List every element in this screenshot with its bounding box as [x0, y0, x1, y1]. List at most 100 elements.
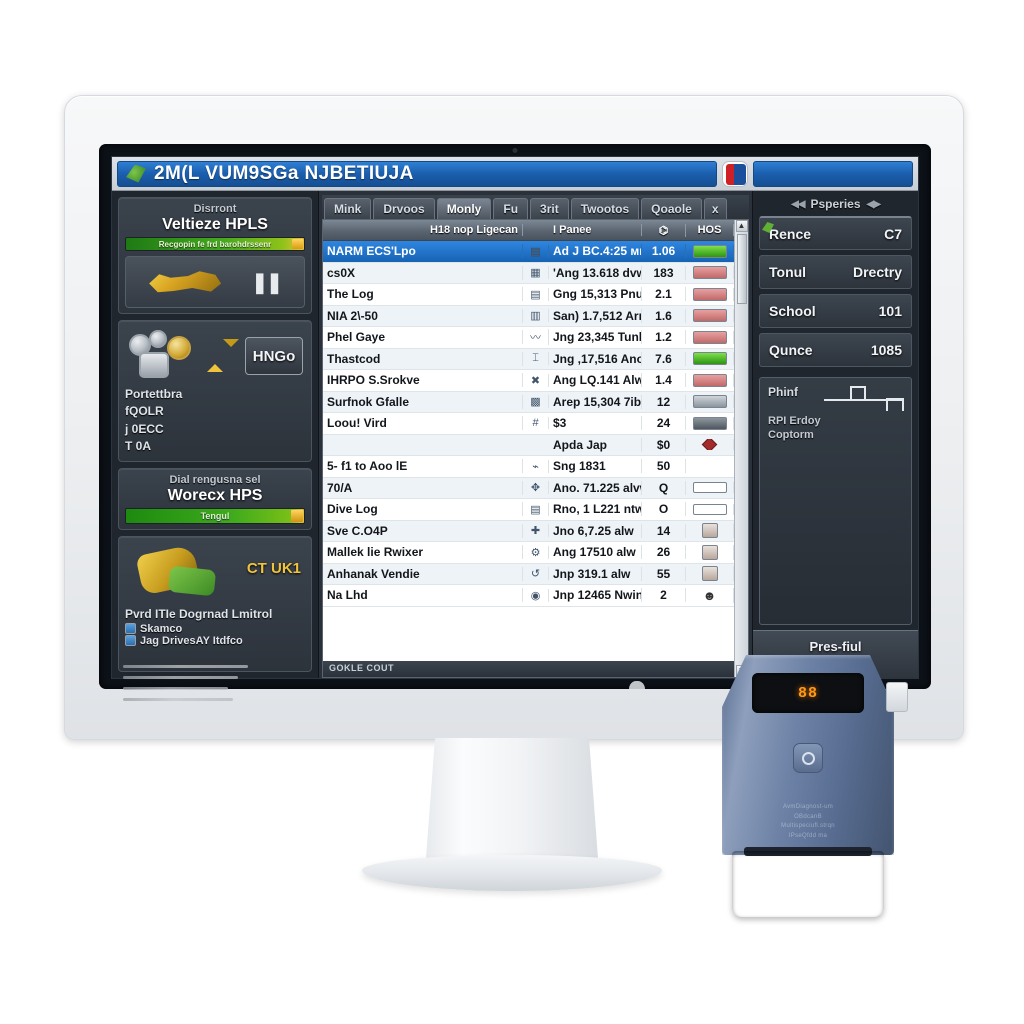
vehicle-check-1[interactable]: Jag DrivesAY Itdfco [125, 635, 305, 647]
tab-0[interactable]: Mink [324, 198, 372, 219]
status-badge [686, 523, 734, 539]
col-header-name[interactable]: H18 nop Ligecan [323, 224, 523, 236]
status-book-icon [692, 503, 727, 515]
table-row[interactable]: 5- f1 to Aoo lE ⌁ Sng 1831 50 [323, 456, 734, 478]
app-badge-icon[interactable] [722, 160, 748, 187]
table-row[interactable]: The Log ▤ Gng 15,313 Pnun 2.1 [323, 284, 734, 306]
status-chip-red [692, 373, 727, 387]
key-icon: ⌁ [523, 459, 549, 473]
tool-preview-box[interactable]: ❚❚ [125, 256, 305, 308]
table-row[interactable]: 70/A ✥ Ano. 71.225 alvw Q [323, 477, 734, 499]
table-row[interactable]: Na Lhd ◉ Jnp 12465 Nwin 2 ☻ [323, 585, 734, 607]
checkbox-icon[interactable] [125, 623, 136, 635]
tab-close-icon[interactable]: x [703, 198, 727, 219]
alert-wrap [207, 339, 239, 372]
checkbox-icon[interactable] [125, 635, 136, 647]
grid-footer: GOKLE COUT [323, 661, 734, 677]
row-name: IHRPO S.Srokve [323, 373, 523, 388]
gauge-icon: ⌶ [523, 352, 549, 366]
tools-line-3: T 0A [125, 439, 152, 454]
diagnostic-panel: Disrront Veltieze HPLS Recgopin fe frd b… [118, 197, 312, 314]
table-row[interactable]: Dive Log ▤ Rno, 1 L221 ntwh O [323, 499, 734, 521]
status-book-icon [692, 482, 727, 494]
row-number: 1.2 [642, 330, 686, 345]
tab-5[interactable]: Twootos [570, 198, 640, 219]
tab-strip: Mink Drvoos Monly Fu 3rit Twootos Qoaole x [322, 195, 749, 219]
status-badge [686, 266, 734, 280]
table-row[interactable]: Phel Gaye 〰 Jng 23,345 Tunhi 1.2 [323, 327, 734, 349]
right-panel-item-value: 101 [878, 303, 902, 319]
pause-icon[interactable]: ❚❚ [251, 270, 282, 295]
table-row[interactable]: Sve C.O4P ✚ Jno 6,7.25 alw 14 [323, 520, 734, 542]
vehicle-check-label-0: Skamco [140, 622, 183, 635]
col-header-value[interactable]: I Panee [549, 224, 642, 236]
table-row[interactable]: Anhanak Vendie ↺ Jnp 319.1 alw 55 [323, 563, 734, 585]
right-panel-item-0[interactable]: Rence C7 [759, 216, 912, 250]
right-panel-item-3[interactable]: Qunce 1085 [759, 333, 912, 367]
row-name: Anhanak Vendie [323, 566, 523, 581]
status-face-icon: ☻ [702, 587, 717, 603]
right-panel-header: ◀◀ Psperies ◀▶ [759, 197, 912, 211]
row-number: 50 [642, 459, 686, 474]
wave-icon[interactable] [276, 677, 320, 678]
status-badge [686, 566, 734, 582]
status-chip-green [692, 352, 727, 366]
tab-1[interactable]: Drvoos [373, 198, 435, 219]
scrollbar-thumb[interactable] [736, 234, 747, 304]
status-badge [686, 373, 734, 387]
num-icon: # [523, 417, 549, 430]
row-name: NIA 2\-50 [323, 308, 523, 323]
vehicle-check-0[interactable]: Skamco [125, 623, 305, 635]
status-badge [686, 244, 734, 258]
tab-3[interactable]: Fu [493, 198, 529, 219]
eye-icon: ◉ [523, 588, 549, 602]
grid-vertical-scrollbar[interactable]: ▲ ▼ [734, 220, 748, 677]
status-badge [686, 395, 734, 409]
table-row[interactable]: Thastcod ⌶ Jng ,17,516 Anol. 7.6 [323, 348, 734, 370]
tab-4[interactable]: 3rit [530, 198, 569, 219]
table-row[interactable]: Loou! Vird # $3 24 [323, 413, 734, 435]
left-sidebar: Disrront Veltieze HPLS Recgopin fe frd b… [112, 191, 319, 678]
page-title: 2M(L VUM9SGa NJBETIUJA [154, 162, 414, 184]
diagnostic-caption: Disrront [193, 203, 237, 215]
tab-6[interactable]: Qoaole [641, 198, 702, 219]
scene-root: 2M(L VUM9SGa NJBETIUJA Disrront Veltieze… [0, 0, 1024, 1024]
right-panel-item-label: Qunce [769, 342, 813, 358]
table-row[interactable]: Mallek lie Rwixer ⚙ Ang 17510 alw 26 [323, 542, 734, 564]
status-bar-icon [701, 544, 718, 560]
chevron-up-icon[interactable]: ▲ [735, 220, 748, 232]
table-row[interactable]: Apda Jap $0 [323, 434, 734, 456]
table-row[interactable]: IHRPO S.Srokve ✖ Ang LQ.141 Alwu 1.4 [323, 370, 734, 392]
hngo-button[interactable]: HNGo [245, 337, 303, 375]
prev-arrows-icon[interactable]: ◀◀ [791, 199, 805, 210]
right-action-line-1: Pres-fiul [809, 638, 862, 654]
col-header-num[interactable]: ⌬ [642, 223, 686, 237]
table-row[interactable]: NARM ECS'Lpo ▤ Ad J BC.4:25 мm 1.06 [323, 241, 734, 263]
table-row[interactable]: cs0X ▦ 'Ang 13.618 dvw 183 [323, 262, 734, 284]
scanner-text-3: IPseQfdd ma [788, 832, 828, 839]
titlebar-filler [753, 160, 913, 187]
scanner-lower-shell [732, 851, 884, 917]
col-header-hos[interactable]: HOS [686, 224, 734, 236]
scanner-display-value: 88 [797, 684, 818, 702]
right-panel-item-2[interactable]: School 101 [759, 294, 912, 328]
table-row[interactable]: Surfnok Gfalle ▩ Arep 15,304 7ibu 12 [323, 391, 734, 413]
waveform-sub-2: Coptorm [768, 428, 814, 441]
scanner-upper-shell: 88 AvmDiagnost-um OBdcanB Multispeciufl.… [722, 655, 894, 855]
blocks-icon: ▩ [523, 395, 549, 409]
table-row[interactable]: NIA 2\-50▥San) 1.7,512 Arnn1.6 [323, 305, 734, 327]
right-panel-item-value: Drectry [852, 264, 902, 280]
right-panel-item-1[interactable]: Tonul Drectry [759, 255, 912, 289]
row-name: Thastcod [323, 351, 523, 366]
row-number: 1.4 [642, 373, 686, 388]
diagnostic-title: Veltieze HPLS [162, 216, 268, 233]
status-badge [686, 330, 734, 344]
move-icon: ✥ [523, 481, 549, 495]
power-button-icon[interactable] [793, 743, 823, 773]
obd-scanner-device: 88 AvmDiagnost-um OBdcanB Multispeciufl.… [722, 655, 894, 920]
row-value: Gng 15,313 Pnun [549, 287, 642, 302]
status-gauge: Tengul [125, 507, 305, 524]
next-arrows-icon[interactable]: ◀▶ [867, 199, 881, 210]
tab-2[interactable]: Monly [436, 198, 492, 219]
row-number: 24 [642, 416, 686, 431]
